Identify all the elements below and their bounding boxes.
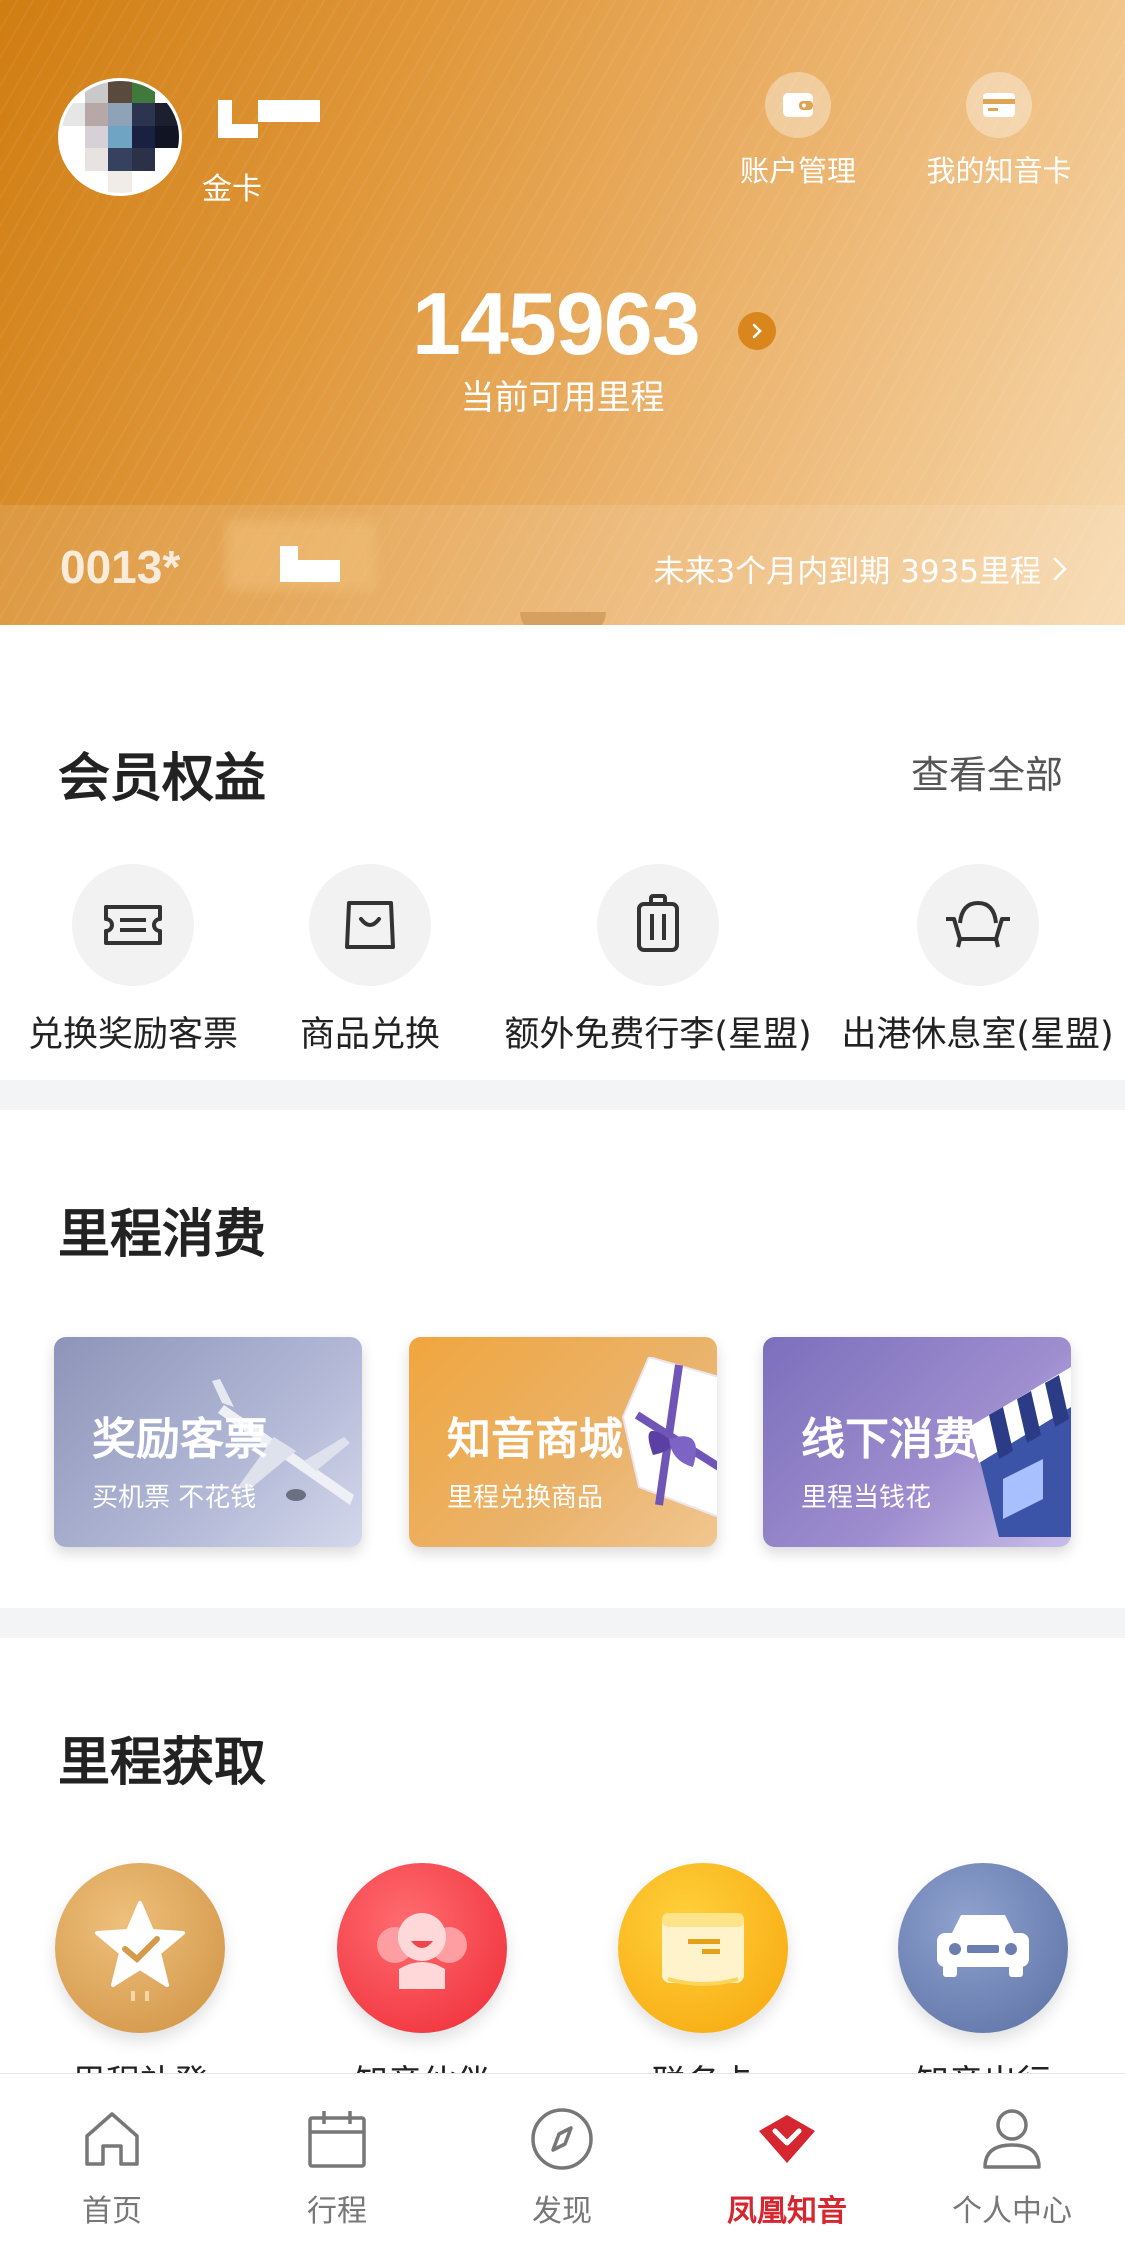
chevron-right-icon[interactable] (738, 312, 776, 350)
section-divider (0, 1608, 1125, 1638)
tab-discover[interactable]: 发现 (482, 2104, 642, 2230)
benefits-title: 会员权益 (58, 749, 267, 809)
star-check-icon (55, 1863, 225, 2033)
expiring-miles-text: 未来3个月内到期 3935里程 (653, 554, 1042, 590)
benefit-lounge[interactable]: 出港休息室(星盟) (840, 864, 1115, 1057)
available-miles-label: 当前可用里程 (460, 378, 665, 418)
chevron-right-icon (1053, 557, 1067, 580)
gift-box-icon (621, 1357, 717, 1518)
my-card-button[interactable]: 我的知音卡 (914, 72, 1084, 190)
header-notch (520, 612, 606, 625)
consume-card-award-ticket[interactable]: 奖励客票 买机票 不花钱 (54, 1337, 362, 1547)
ticket-icon (72, 864, 194, 986)
consume-title: 里程消费 (58, 1205, 267, 1265)
calendar-icon (257, 2104, 417, 2174)
card-number-redaction-mark (280, 546, 340, 582)
section-divider (0, 1080, 1125, 1110)
bottom-tab-bar: 首页 行程 发现 凤凰知音 个人中心 (0, 2073, 1125, 2251)
tab-phoenix-miles[interactable]: 凤凰知音 (707, 2104, 867, 2230)
tab-profile[interactable]: 个人中心 (932, 2104, 1092, 2230)
earn-partner[interactable]: 知音伙伴 (322, 1863, 522, 2104)
avatar[interactable] (58, 78, 182, 196)
card-icon (966, 72, 1032, 138)
consume-card-offline[interactable]: 线下消费 里程当钱花 (763, 1337, 1071, 1547)
benefit-extra-baggage[interactable]: 额外免费行李(星盟) (498, 864, 818, 1057)
home-icon (32, 2104, 192, 2174)
earn-cobrand-card[interactable]: 联名卡 (603, 1863, 803, 2104)
expiring-miles-link[interactable]: 未来3个月内到期 3935里程 (654, 546, 1069, 591)
person-icon (932, 2104, 1092, 2174)
consume-card-store[interactable]: 知音商城 里程兑换商品 (409, 1337, 717, 1547)
user-name-redacted (218, 100, 320, 138)
car-icon (898, 1863, 1068, 2033)
partner-icon (337, 1863, 507, 2033)
shopping-bag-icon (309, 864, 431, 986)
lounge-icon (916, 864, 1039, 986)
earn-miles-claim[interactable]: 里程补登 (40, 1863, 240, 2104)
cobrand-card-icon (618, 1863, 788, 2033)
card-level: 金卡 (202, 172, 262, 207)
earn-travel[interactable]: 知音出行 (883, 1863, 1083, 2104)
phoenix-icon (707, 2104, 867, 2174)
wallet-icon (765, 72, 831, 138)
tab-trips[interactable]: 行程 (257, 2104, 417, 2230)
compass-icon (482, 2104, 642, 2174)
view-all-link[interactable]: 查看全部 (911, 744, 1063, 799)
tab-home[interactable]: 首页 (32, 2104, 192, 2230)
earn-title: 里程获取 (58, 1733, 267, 1793)
card-number: 0013* (60, 541, 181, 593)
luggage-icon (597, 864, 719, 986)
benefit-award-ticket[interactable]: 兑换奖励客票 (28, 864, 238, 1057)
benefit-product-exchange[interactable]: 商品兑换 (280, 864, 460, 1057)
member-header: 金卡 账户管理 我的知音卡 145963 当前可用里程 0013* 未来3个月内… (0, 0, 1125, 625)
account-management-button[interactable]: 账户管理 (713, 72, 883, 190)
available-miles-value[interactable]: 145963 (412, 276, 701, 372)
